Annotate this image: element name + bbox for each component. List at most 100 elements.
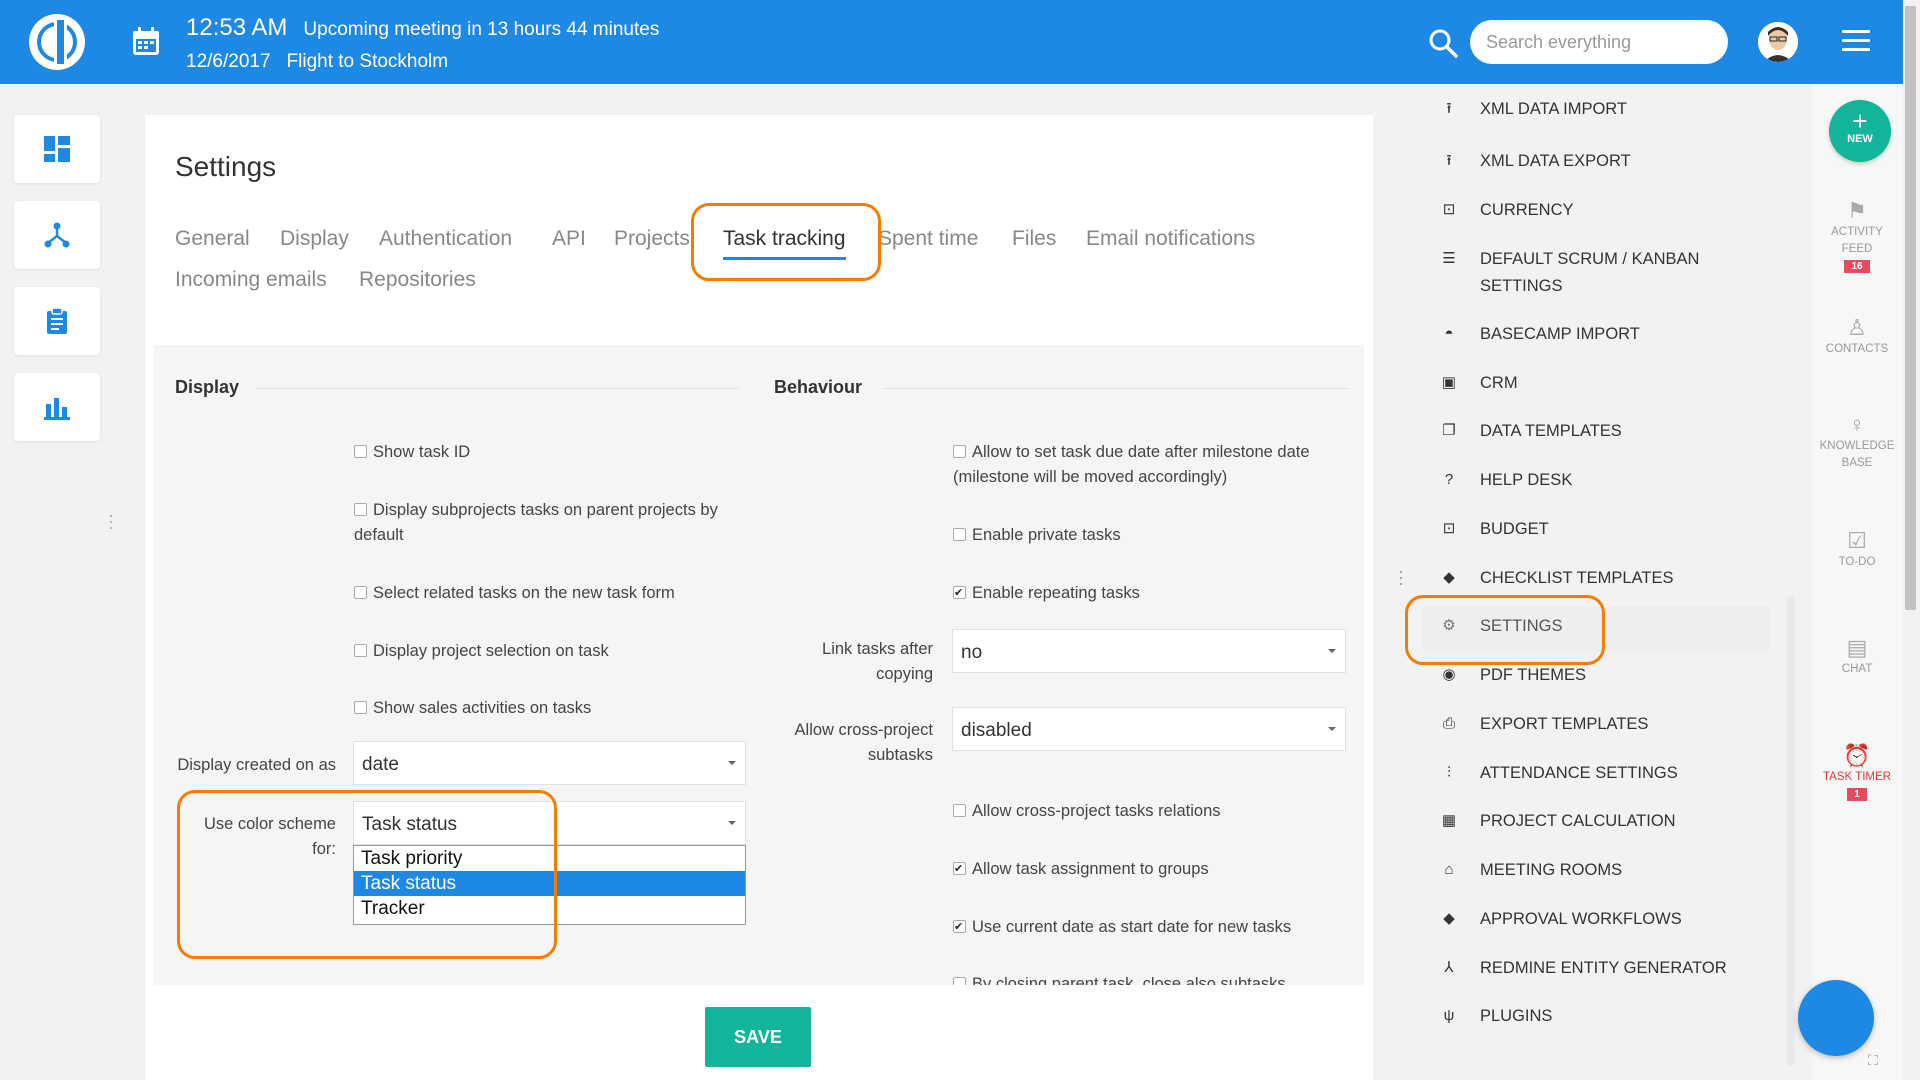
tab-repositories[interactable]: Repositories [359, 268, 476, 292]
projects-button[interactable] [14, 201, 100, 269]
chat-launcher-button[interactable] [1798, 980, 1874, 1056]
menu-help-desk[interactable]: ? HELP DESK [1440, 467, 1573, 494]
activity-feed-button[interactable]: ⚑ ACTIVITY FEED 16 [1812, 198, 1902, 275]
link-tasks-label: Link tasks after copying [754, 637, 933, 687]
resize-handle[interactable]: · · · [108, 506, 114, 536]
reports-button[interactable] [14, 373, 100, 441]
menu-pdf-themes[interactable]: ◉ PDF THEMES [1440, 662, 1586, 689]
calculator-icon: ▦ [1441, 812, 1457, 829]
tab-display[interactable]: Display [280, 227, 349, 251]
menu-xml-export[interactable]: ⭱ XML DATA EXPORT [1440, 148, 1630, 175]
show-task-id-option[interactable]: Show task ID [354, 440, 754, 465]
private-tasks-option[interactable]: Enable private tasks [953, 523, 1353, 548]
search-icon[interactable] [1428, 28, 1458, 58]
new-button[interactable]: + NEW [1829, 100, 1891, 162]
cross-subtasks-label-line2: subtasks [867, 746, 933, 764]
tab-incoming-emails[interactable]: Incoming emails [175, 268, 327, 292]
close-subtasks-option[interactable]: By closing parent task, close also subta… [953, 972, 1353, 985]
repeating-tasks-checkbox[interactable] [953, 581, 966, 606]
logo-icon[interactable] [29, 14, 85, 70]
hierarchy-icon: ⅄ [1444, 959, 1454, 976]
tab-api[interactable]: API [552, 227, 586, 251]
private-tasks-checkbox[interactable] [953, 528, 966, 541]
menu-currency[interactable]: ⊡ CURRENCY [1440, 197, 1574, 224]
select-related-option[interactable]: Select related tasks on the new task for… [354, 581, 754, 606]
search-input[interactable] [1470, 20, 1728, 64]
sliders-icon: ⫶ [1447, 764, 1451, 781]
settings-highlight [1405, 595, 1605, 665]
menu-label: XML DATA IMPORT [1480, 100, 1627, 118]
menu-attendance-settings[interactable]: ⫶ ATTENDANCE SETTINGS [1440, 760, 1678, 787]
menu-scrum-kanban[interactable]: ☰ DEFAULT SCRUM / KANBAN SETTINGS [1440, 246, 1699, 300]
knowledge-base-button[interactable]: ♀ KNOWLEDGE BASE [1812, 412, 1902, 472]
tab-email-notifications[interactable]: Email notifications [1086, 227, 1255, 251]
tab-authentication[interactable]: Authentication [379, 227, 512, 251]
menu-plugins[interactable]: ψ PLUGINS [1440, 1003, 1553, 1030]
contacts-button[interactable]: ♙ CONTACTS [1812, 315, 1902, 358]
menu-checklist-templates[interactable]: ◆ CHECKLIST TEMPLATES [1440, 565, 1673, 592]
display-subprojects-checkbox[interactable] [354, 503, 367, 516]
diamond-icon: ◆ [1443, 569, 1455, 586]
link-tasks-select[interactable]: no [952, 629, 1346, 673]
menu-icon[interactable] [1842, 30, 1870, 54]
project-selection-option[interactable]: Display project selection on task [354, 639, 754, 664]
due-date-option[interactable]: Allow to set task due date after milesto… [953, 440, 1353, 490]
cross-relations-checkbox[interactable] [953, 804, 966, 817]
start-date-checkbox[interactable] [953, 915, 966, 940]
todo-button[interactable]: ☑ TO-DO [1812, 528, 1902, 571]
dashboard-button[interactable] [14, 115, 100, 183]
calendar-icon[interactable] [132, 26, 160, 56]
expand-icon[interactable]: ⛶ [1868, 1052, 1878, 1069]
close-subtasks-checkbox[interactable] [953, 977, 966, 985]
menu-export-templates[interactable]: ⎙ EXPORT TEMPLATES [1440, 711, 1648, 738]
menu-project-calculation[interactable]: ▦ PROJECT CALCULATION [1440, 808, 1676, 835]
sales-activities-option[interactable]: Show sales activities on tasks [354, 696, 754, 721]
menu-label: CRM [1480, 374, 1518, 392]
task-timer-button[interactable]: ⏰ TASK TIMER 1 [1812, 743, 1902, 803]
currency-icon: ⊡ [1442, 520, 1456, 537]
show-task-id-checkbox[interactable] [354, 445, 367, 458]
tab-projects[interactable]: Projects [614, 227, 690, 251]
avatar[interactable] [1758, 22, 1798, 62]
assign-groups-checkbox[interactable] [953, 857, 966, 882]
tab-general[interactable]: General [175, 227, 250, 251]
tab-spent-time[interactable]: Spent time [878, 227, 978, 251]
chevron-down-icon [1328, 649, 1336, 653]
menu-data-templates[interactable]: ❐ DATA TEMPLATES [1440, 418, 1622, 445]
menu-label: EXPORT TEMPLATES [1480, 715, 1649, 733]
tasks-button[interactable] [14, 287, 100, 355]
menu-basecamp-import[interactable]: ◓ BASECAMP IMPORT [1440, 321, 1639, 348]
created-on-select[interactable]: date [353, 741, 746, 785]
tab-files[interactable]: Files [1012, 227, 1056, 251]
cross-subtasks-select[interactable]: disabled [952, 707, 1346, 751]
menu-crm[interactable]: ▣ CRM [1440, 370, 1518, 397]
due-date-checkbox[interactable] [953, 445, 966, 458]
menu-entity-generator[interactable]: ⅄ REDMINE ENTITY GENERATOR [1440, 955, 1726, 982]
upcoming-event[interactable]: 12:53 AM Upcoming meeting in 13 hours 44 … [186, 14, 659, 73]
menu-label: ATTENDANCE SETTINGS [1480, 764, 1678, 782]
sales-activities-checkbox[interactable] [354, 701, 367, 714]
start-date-option[interactable]: Use current date as start date for new t… [953, 915, 1353, 940]
chat-button[interactable]: ▤ CHAT [1812, 635, 1902, 678]
menu-scrollbar[interactable] [1787, 596, 1795, 1066]
resize-handle[interactable]: · · · [1398, 562, 1404, 592]
activity-badge: 16 [1844, 260, 1870, 273]
menu-budget[interactable]: ⊡ BUDGET [1440, 516, 1549, 543]
project-selection-checkbox[interactable] [354, 644, 367, 657]
menu-approval-workflows[interactable]: ◆ APPROVAL WORKFLOWS [1440, 906, 1681, 933]
menu-meeting-rooms[interactable]: ⌂ MEETING ROOMS [1440, 857, 1622, 884]
cross-relations-option[interactable]: Allow cross-project tasks relations [953, 799, 1353, 824]
select-related-checkbox[interactable] [354, 586, 367, 599]
chat-label: CHAT [1841, 663, 1873, 675]
save-button[interactable]: SAVE [705, 1007, 811, 1067]
menu-label: CHECKLIST TEMPLATES [1480, 569, 1674, 587]
contacts-label: CONTACTS [1825, 343, 1889, 355]
display-subprojects-option[interactable]: Display subprojects tasks on parent proj… [354, 498, 754, 548]
page-scrollbar-thumb[interactable] [1905, 6, 1916, 610]
menu-xml-import[interactable]: ⭱ XML DATA IMPORT [1440, 96, 1627, 123]
upload-icon: ⭱ [1446, 100, 1452, 117]
link-tasks-value: no [961, 642, 983, 663]
assign-groups-option[interactable]: Allow task assignment to groups [953, 857, 1353, 882]
repeating-tasks-option[interactable]: Enable repeating tasks [953, 581, 1353, 606]
display-divider [257, 388, 739, 389]
